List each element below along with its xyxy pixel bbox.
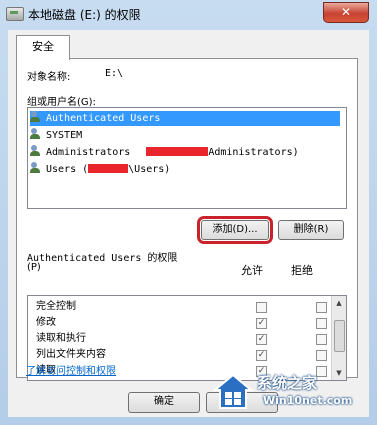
users-group-icon [30, 162, 44, 174]
groups-label: 组或用户名(G): [27, 97, 96, 108]
permission-name: 读取和执行 [36, 333, 86, 344]
permissions-window: 本地磁盘 (E:) 的权限 ✕ 安全 对象名称: E:\ 组或用户名(G): A… [0, 0, 377, 425]
permission-row: 读取和执行 ✓ [28, 331, 328, 347]
allow-checkbox[interactable] [256, 302, 267, 313]
permission-name: 修改 [36, 317, 56, 328]
redaction-mark [88, 164, 129, 173]
window-title: 本地磁盘 (E:) 的权限 [28, 8, 141, 22]
permission-row: 完全控制 [28, 299, 328, 315]
list-item-label: Authenticated Users [46, 113, 161, 124]
deny-checkbox[interactable] [316, 350, 327, 361]
drive-icon [6, 7, 24, 21]
list-item-label: Administrators [46, 147, 131, 158]
users-group-icon [30, 111, 44, 123]
list-item-system[interactable]: SYSTEM [30, 128, 82, 143]
security-tab-pane: 对象名称: E:\ 组或用户名(G): Authenticated Users … [16, 58, 358, 381]
site-watermark: 系统之家 Win10net.com [213, 368, 363, 418]
close-button[interactable]: ✕ [323, 2, 369, 23]
list-item-suffix: Administrators) [208, 147, 299, 158]
permissions-label: Authenticated Users 的权限 [27, 253, 178, 264]
learn-access-control-link[interactable]: 了解访问控制和权限 [26, 362, 116, 377]
deny-checkbox[interactable] [316, 318, 327, 329]
title-bar[interactable]: 本地磁盘 (E:) 的权限 ✕ [0, 0, 377, 28]
add-button[interactable]: 添加(D)... [197, 216, 273, 244]
tab-security[interactable]: 安全 [16, 35, 70, 60]
group-user-list[interactable]: Authenticated Users SYSTEM Administrator… [27, 107, 347, 209]
house-logo-icon [213, 373, 253, 409]
permission-name: 完全控制 [36, 301, 76, 312]
permission-name: 列出文件夹内容 [36, 349, 106, 360]
list-item-users[interactable]: Users ( \Users) [30, 162, 170, 177]
permissions-label-hotkey: (P) [27, 262, 41, 273]
users-group-icon [30, 145, 44, 157]
list-item-label: Users ( [46, 164, 89, 175]
object-name-value: E:\ [105, 68, 124, 79]
deny-checkbox[interactable] [316, 302, 327, 313]
watermark-url: Win10net.com [263, 394, 353, 407]
deny-checkbox[interactable] [316, 334, 327, 345]
permission-row: 列出文件夹内容 ✓ [28, 347, 328, 363]
dialog-client: 安全 对象名称: E:\ 组或用户名(G): Authenticated Use… [8, 30, 369, 417]
ok-button[interactable]: 确定 [128, 392, 200, 413]
allow-checkbox[interactable]: ✓ [256, 334, 267, 345]
scroll-thumb[interactable] [334, 320, 345, 352]
list-item-suffix: \Users) [128, 164, 171, 175]
allow-checkbox[interactable]: ✓ [256, 318, 267, 329]
list-item-label: SYSTEM [46, 130, 83, 141]
scroll-up-icon[interactable]: ▲ [333, 297, 345, 309]
users-group-icon [30, 128, 44, 140]
list-item-authenticated-users[interactable]: Authenticated Users [30, 111, 340, 126]
redaction-mark [146, 147, 209, 156]
allow-column-header: 允许 [241, 264, 263, 277]
remove-button[interactable]: 删除(R) [278, 220, 344, 240]
deny-column-header: 拒绝 [291, 264, 313, 277]
list-item-administrators[interactable]: Administrators Administrators) [30, 145, 299, 160]
object-name-label: 对象名称: [27, 72, 71, 83]
watermark-title: 系统之家 [257, 374, 318, 392]
allow-checkbox[interactable]: ✓ [256, 350, 267, 361]
permission-row: 修改 ✓ [28, 315, 328, 331]
